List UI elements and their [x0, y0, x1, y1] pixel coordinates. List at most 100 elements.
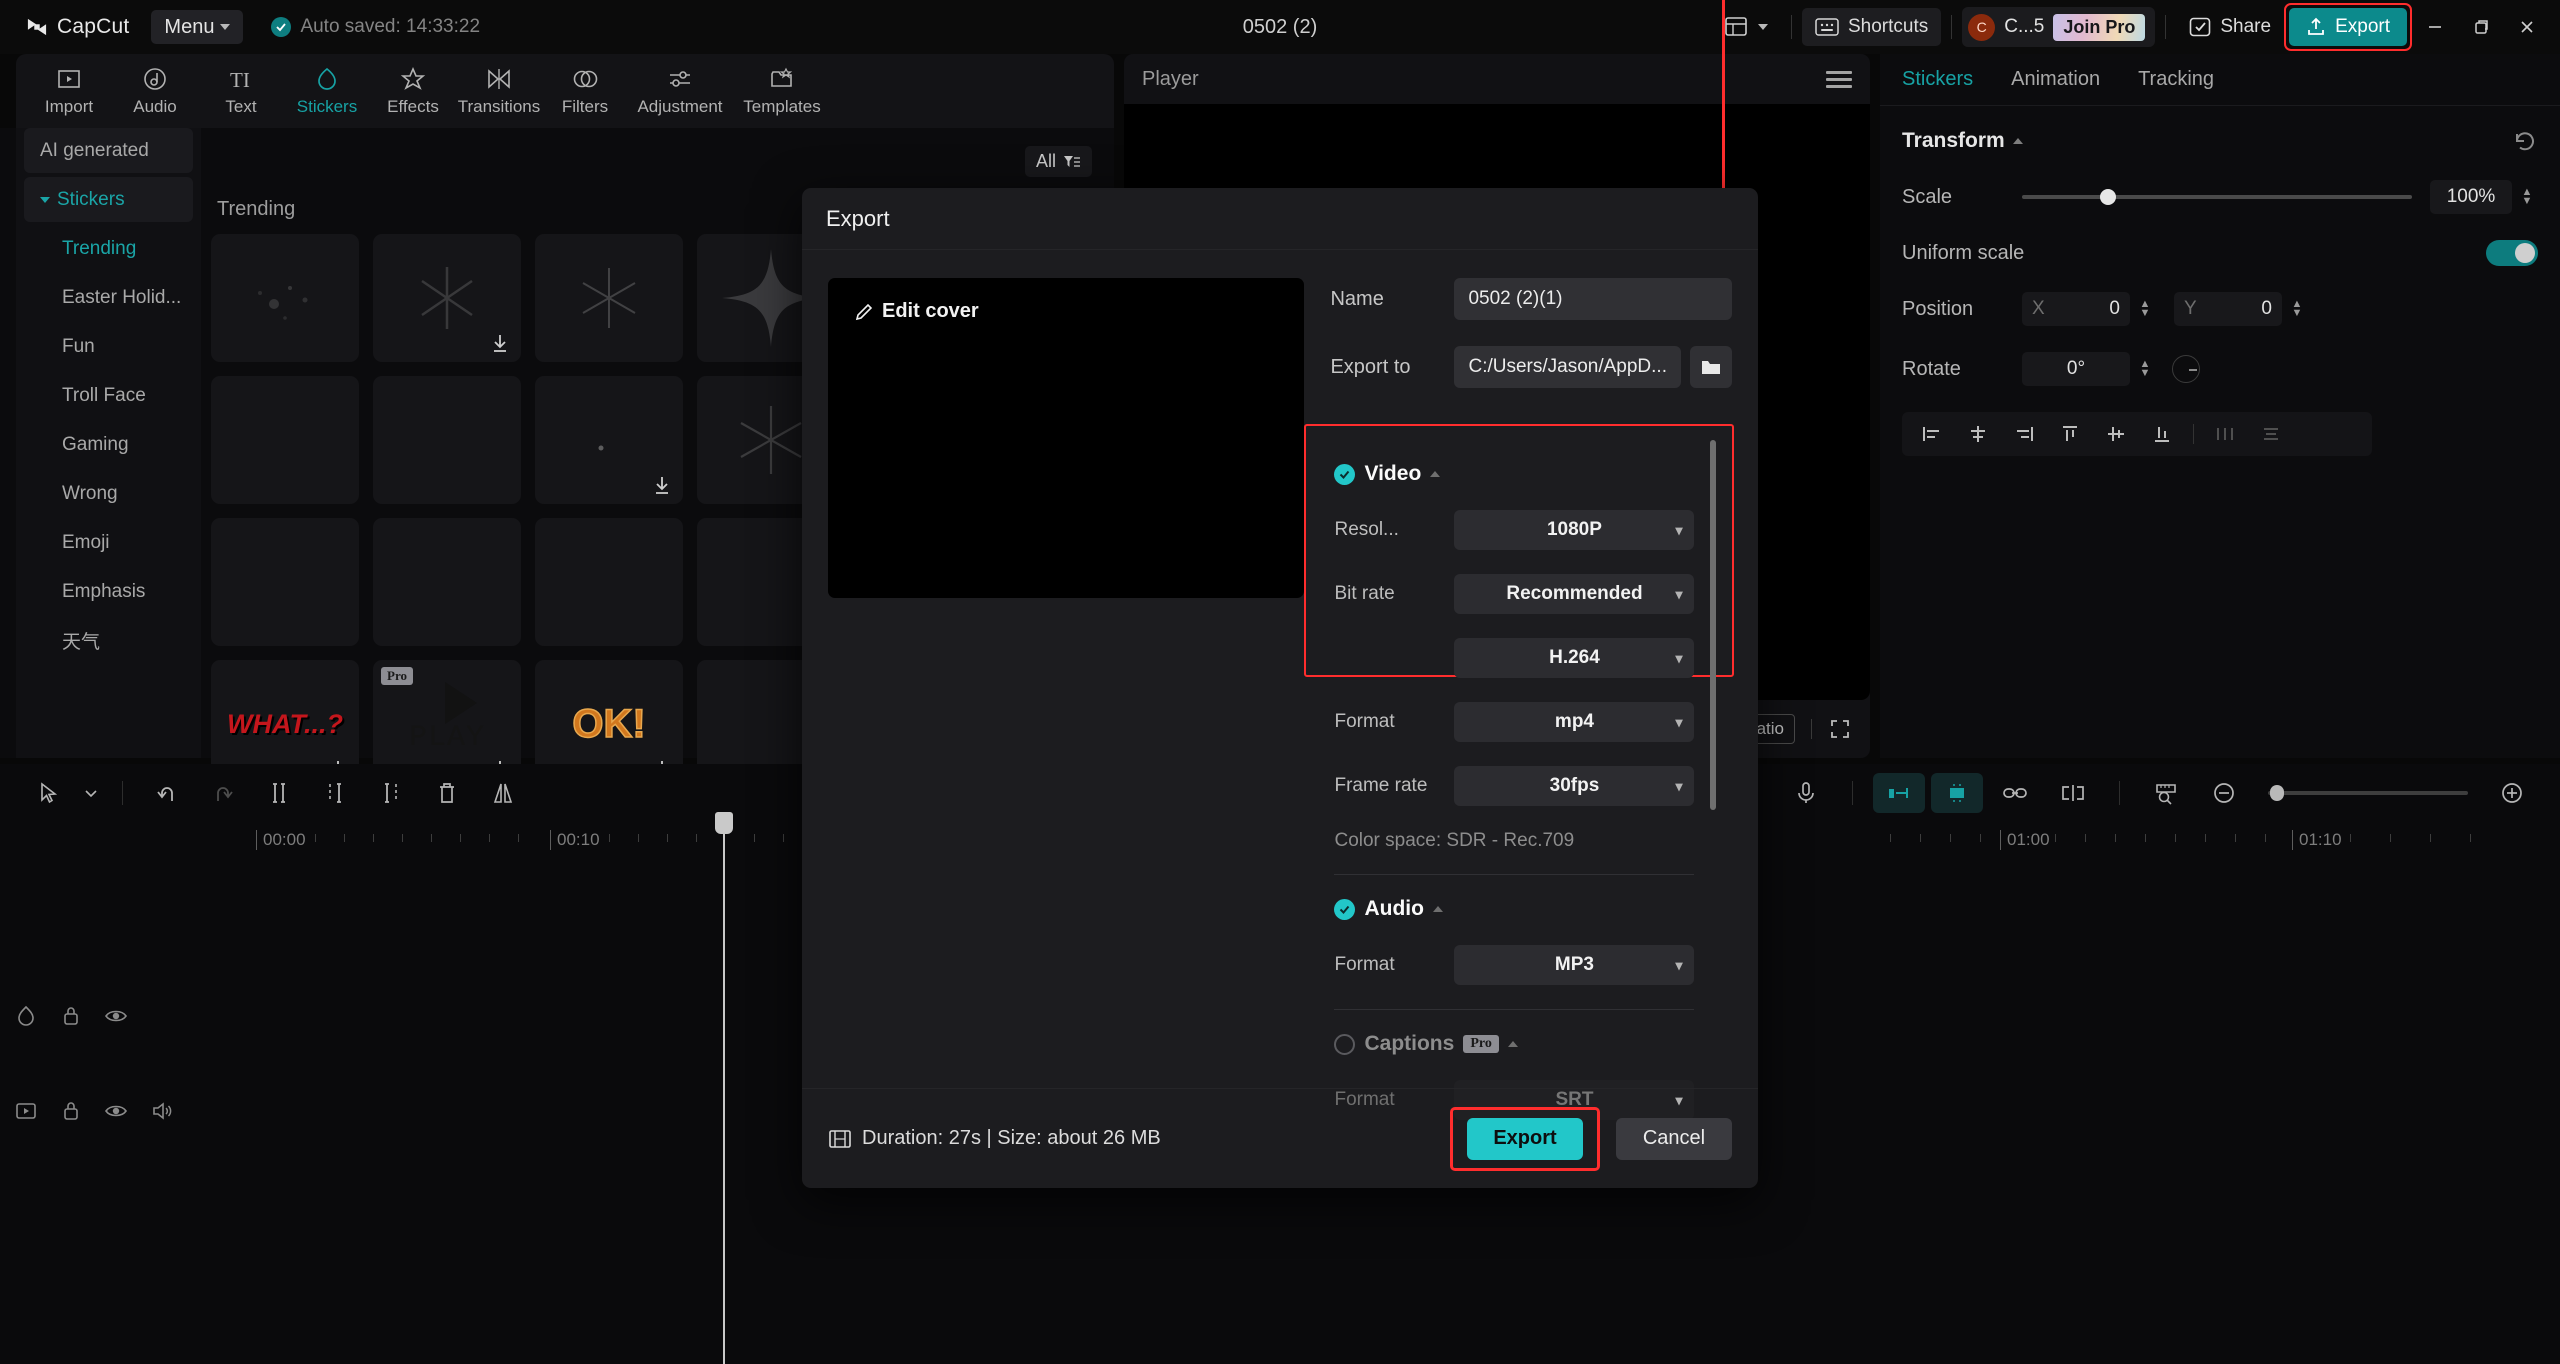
sidebar-item-emoji[interactable]: Emoji	[24, 520, 193, 565]
position-y-field[interactable]: Y 0	[2174, 292, 2282, 326]
minimize-button[interactable]	[2412, 0, 2458, 54]
download-icon[interactable]	[489, 332, 511, 354]
mirror-icon[interactable]	[477, 773, 529, 813]
sticker-item[interactable]	[535, 234, 683, 362]
codec-select[interactable]: H.264 ▾	[1454, 638, 1694, 678]
align-middle-v-icon[interactable]	[2096, 419, 2136, 449]
playhead[interactable]	[723, 826, 725, 1364]
video-checkbox[interactable]	[1334, 464, 1355, 485]
reset-icon[interactable]	[2512, 128, 2538, 154]
cover-preview[interactable]: Edit cover	[828, 278, 1304, 598]
name-input[interactable]: 0502 (2)(1)	[1454, 278, 1732, 320]
sticker-item[interactable]	[373, 234, 521, 362]
settings-scroll-area[interactable]: Video Resol... 1080P ▾ Bit rate Recomm	[1316, 440, 1716, 1088]
bitrate-select[interactable]: Recommended ▾	[1454, 574, 1694, 614]
sticker-track-icon[interactable]	[14, 1004, 38, 1028]
framerate-select[interactable]: 30fps ▾	[1454, 766, 1694, 806]
tab-stickers[interactable]: Stickers	[1902, 68, 1973, 91]
zoom-in-icon[interactable]	[2486, 773, 2538, 813]
tool-adjustment[interactable]: Adjustment	[628, 65, 732, 117]
sidebar-item-wrong[interactable]: Wrong	[24, 471, 193, 516]
align-left-icon[interactable]	[1912, 419, 1952, 449]
slider-knob[interactable]	[2270, 785, 2284, 801]
resolution-select[interactable]: 1080P ▾	[1454, 510, 1694, 550]
scale-value[interactable]: 100%	[2430, 180, 2512, 214]
scale-stepper[interactable]: ▲▼	[2516, 188, 2538, 206]
account-chip[interactable]: C C...5 Join Pro	[1962, 7, 2155, 47]
delete-icon[interactable]	[421, 773, 473, 813]
lock-icon[interactable]	[60, 1099, 82, 1123]
fullscreen-icon[interactable]	[1828, 717, 1852, 741]
ruler-zoom-icon[interactable]	[2140, 773, 2192, 813]
sidebar-item-troll-face[interactable]: Troll Face	[24, 373, 193, 418]
tab-animation[interactable]: Animation	[2011, 68, 2100, 91]
tool-templates[interactable]: Templates	[732, 65, 832, 117]
align-right-icon[interactable]	[2004, 419, 2044, 449]
export-button[interactable]: Export	[2289, 8, 2407, 46]
redo-icon[interactable]	[197, 773, 249, 813]
position-x-stepper[interactable]: ▲▼	[2134, 300, 2156, 318]
tool-import[interactable]: Import	[26, 65, 112, 117]
tool-filters[interactable]: Filters	[542, 65, 628, 117]
video-track-icon[interactable]	[14, 1099, 38, 1123]
collapse-icon[interactable]	[1433, 906, 1443, 912]
maximize-button[interactable]	[2458, 0, 2504, 54]
sidebar-item-emphasis[interactable]: Emphasis	[24, 569, 193, 614]
menu-button[interactable]: Menu	[151, 10, 243, 44]
undo-icon[interactable]	[141, 773, 193, 813]
zoom-out-icon[interactable]	[2198, 773, 2250, 813]
scrollbar-thumb[interactable]	[1710, 440, 1716, 810]
auto-capture-icon[interactable]	[1873, 773, 1925, 813]
shortcuts-button[interactable]: Shortcuts	[1802, 8, 1941, 46]
select-cursor-icon[interactable]	[22, 773, 74, 813]
sidebar-item-fun[interactable]: Fun	[24, 324, 193, 369]
tool-audio[interactable]: Audio	[112, 65, 198, 117]
rotate-stepper[interactable]: ▲▼	[2134, 360, 2156, 378]
sticker-item[interactable]	[373, 376, 521, 504]
position-y-stepper[interactable]: ▲▼	[2286, 300, 2308, 318]
sticker-item[interactable]	[211, 518, 359, 646]
close-button[interactable]	[2504, 0, 2550, 54]
tab-tracking[interactable]: Tracking	[2138, 68, 2214, 91]
scale-slider[interactable]	[2022, 195, 2412, 199]
video-format-select[interactable]: mp4 ▾	[1454, 702, 1694, 742]
tool-text[interactable]: TI Text	[198, 65, 284, 117]
sticker-item[interactable]	[373, 518, 521, 646]
sidebar-item-trending[interactable]: Trending	[24, 226, 193, 271]
captions-checkbox[interactable]	[1334, 1034, 1355, 1055]
uniform-scale-toggle[interactable]	[2486, 240, 2538, 266]
zoom-slider[interactable]	[2268, 791, 2468, 795]
sidebar-item-gaming[interactable]: Gaming	[24, 422, 193, 467]
tool-transitions[interactable]: Transitions	[456, 65, 542, 117]
playhead-handle[interactable]	[715, 812, 733, 834]
sidebar-item-stickers[interactable]: Stickers	[24, 177, 193, 222]
edit-cover-button[interactable]: Edit cover	[854, 300, 979, 323]
collapse-icon[interactable]	[1430, 471, 1440, 477]
export-confirm-button[interactable]: Export	[1467, 1118, 1583, 1160]
sidebar-item-easter-holiday[interactable]: Easter Holid...	[24, 275, 193, 320]
tool-effects[interactable]: Effects	[370, 65, 456, 117]
distribute-v-icon[interactable]	[2251, 419, 2291, 449]
cancel-button[interactable]: Cancel	[1616, 1118, 1732, 1160]
share-button[interactable]: Share	[2176, 8, 2284, 46]
link-icon[interactable]	[1989, 773, 2041, 813]
audio-format-select[interactable]: MP3 ▾	[1454, 945, 1694, 985]
slider-knob[interactable]	[2100, 189, 2116, 205]
cut-clip-icon[interactable]	[2047, 773, 2099, 813]
filter-all-button[interactable]: All	[1025, 146, 1092, 177]
export-to-input[interactable]: C:/Users/Jason/AppD...	[1454, 346, 1681, 388]
eye-icon[interactable]	[104, 1099, 128, 1123]
align-bottom-icon[interactable]	[2142, 419, 2182, 449]
eye-icon[interactable]	[104, 1004, 128, 1028]
trim-left-icon[interactable]	[309, 773, 361, 813]
hamburger-icon[interactable]	[1826, 67, 1852, 92]
collapse-icon[interactable]	[2013, 138, 2023, 144]
join-pro-badge[interactable]: Join Pro	[2053, 14, 2145, 41]
keyframe-icon[interactable]	[1931, 773, 1983, 813]
lock-icon[interactable]	[60, 1004, 82, 1028]
download-icon[interactable]	[651, 474, 673, 496]
sidebar-item-ai-generated[interactable]: AI generated	[24, 128, 193, 173]
sidebar-item-weather[interactable]: 天气	[24, 618, 193, 663]
audio-checkbox[interactable]	[1334, 899, 1355, 920]
tool-stickers[interactable]: Stickers	[284, 65, 370, 117]
